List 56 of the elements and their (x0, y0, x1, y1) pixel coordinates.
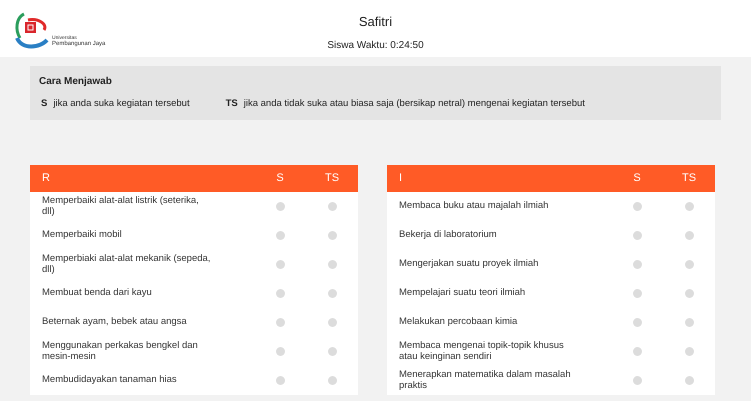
radio-button[interactable] (276, 202, 284, 211)
column-header: I (399, 171, 404, 186)
activity-text: Menerapkan matematika dalam masalah praktis (399, 370, 572, 392)
radio-button[interactable] (684, 260, 694, 269)
activity-text: Melakukan percobaan kimia (399, 317, 518, 328)
column-header: R (42, 171, 51, 186)
radio-button[interactable] (276, 260, 284, 269)
radio-button[interactable] (328, 318, 336, 327)
instructions-title: Cara Menjawab (39, 75, 113, 89)
column-header: TS (324, 171, 340, 186)
radio-button[interactable] (684, 376, 694, 385)
activity-text: Memperbiaki alat-alat mekanik (sepeda, dll) (42, 254, 212, 276)
activity-text: Bekerja di laboratorium (399, 230, 498, 241)
radio-button[interactable] (328, 376, 336, 385)
activity-text: Membuat benda dari kayu (42, 288, 153, 299)
radio-button[interactable] (632, 347, 642, 356)
activity-text: Membaca mengenai topik-topik khusus atau keinginan sendiri (399, 340, 565, 362)
student-name: Safitri (358, 13, 392, 31)
radio-button[interactable] (684, 347, 694, 356)
column-header: S (632, 171, 642, 186)
activity-text: Beternak ayam, bebek atau angsa (42, 317, 188, 328)
radio-button[interactable] (632, 318, 642, 327)
radio-button[interactable] (276, 347, 284, 356)
radio-button[interactable] (684, 289, 694, 298)
radio-button[interactable] (684, 202, 694, 211)
activity-text: Mengerjakan suatu proyek ilmiah (399, 259, 540, 270)
radio-button[interactable] (632, 231, 642, 240)
activity-text: Mempelajari suatu teori ilmiah (399, 288, 526, 299)
radio-button[interactable] (328, 260, 336, 269)
radio-button[interactable] (328, 347, 336, 356)
logo-icon (14, 10, 50, 50)
radio-button[interactable] (328, 231, 336, 240)
radio-button[interactable] (632, 376, 642, 385)
radio-button[interactable] (632, 202, 642, 211)
radio-button[interactable] (328, 202, 336, 211)
answer-code: S (41, 97, 48, 111)
radio-button[interactable] (276, 376, 284, 385)
answer-description: jika anda suka kegiatan tersebut (53, 97, 190, 111)
column-header: TS (680, 171, 698, 186)
timer-text: Siswa Waktu: 0:24:50 (327, 38, 424, 52)
radio-button[interactable] (276, 231, 284, 240)
radio-button[interactable] (684, 231, 694, 240)
radio-button[interactable] (328, 289, 336, 298)
activity-text: Membaca buku atau majalah ilmiah (399, 201, 550, 212)
activity-text: Memperbaiki alat-alat listrik (seterika, dll) (42, 196, 200, 218)
radio-button[interactable] (684, 318, 694, 327)
answer-description: jika anda tidak suka atau biasa saja (bersikap netral) mengenai kegiatan tersebut (244, 97, 585, 111)
radio-button[interactable] (276, 318, 284, 327)
activity-text: Membudidayakan tanaman hias (42, 375, 178, 386)
activity-text: Menggunakan perkakas bengkel dan mesin-mesin (42, 340, 199, 362)
column-header: S (275, 171, 285, 186)
radio-button[interactable] (632, 260, 642, 269)
answer-code: TS (226, 97, 238, 111)
radio-button[interactable] (276, 289, 284, 298)
activity-text: Memperbaiki mobil (42, 230, 123, 241)
radio-button[interactable] (632, 289, 642, 298)
